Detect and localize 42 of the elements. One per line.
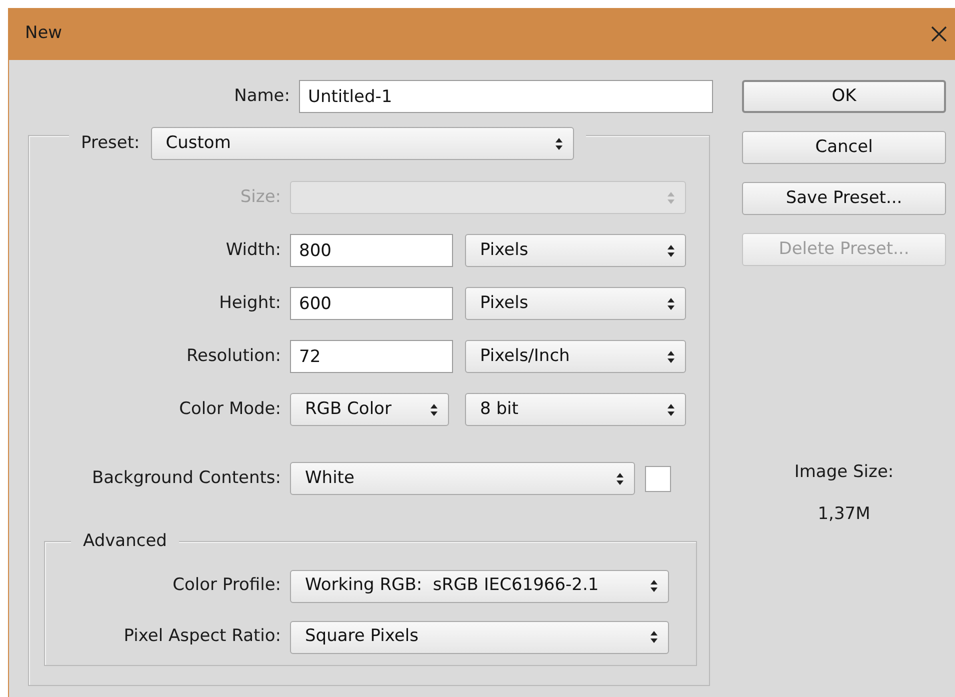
field-label: Color Profile:	[172, 574, 282, 598]
updown-arrows-icon	[667, 402, 675, 416]
field-label: Name:	[233, 84, 291, 108]
dialog-button[interactable]: Cancel	[742, 131, 946, 164]
color-swatch[interactable]	[645, 466, 671, 492]
dialog-button[interactable]: Save Preset...	[742, 182, 946, 215]
field-label: Height:	[218, 292, 282, 315]
number-field[interactable]: 72	[290, 340, 453, 373]
dropdown[interactable]: White	[290, 462, 635, 495]
updown-arrows-icon	[667, 350, 675, 364]
updown-arrows-icon	[554, 136, 563, 150]
dropdown[interactable]: 8 bit	[465, 393, 686, 426]
field-label: Preset:	[80, 132, 141, 155]
updown-arrows-icon	[667, 190, 675, 204]
dropdown[interactable]: Pixels	[465, 287, 686, 320]
dropdown[interactable]: Pixels	[465, 234, 686, 267]
number-field[interactable]: 800	[290, 234, 453, 267]
dropdown[interactable]: Custom	[150, 127, 574, 160]
dropdown[interactable]: Pixels/Inch	[465, 340, 686, 373]
field-label: Resolution:	[185, 344, 282, 368]
dropdown[interactable]	[290, 181, 686, 214]
window-title: New	[25, 22, 62, 46]
image-size-value: 1,37M	[816, 502, 872, 526]
close-icon[interactable]	[929, 24, 949, 44]
updown-arrows-icon	[616, 472, 624, 486]
dropdown[interactable]: RGB Color	[290, 393, 449, 426]
dropdown[interactable]: Square Pixels	[290, 620, 669, 654]
field-label: Background Contents:	[90, 466, 282, 490]
number-field[interactable]: 600	[290, 287, 453, 320]
name-field[interactable]: Untitled-1	[299, 80, 713, 113]
image-size-label: Image Size:	[793, 461, 895, 484]
updown-arrows-icon	[667, 296, 675, 310]
field-label: Size:	[239, 186, 282, 209]
dropdown[interactable]: Working RGB: sRGB IEC61966-2.1	[290, 570, 669, 602]
field-label: Color Mode:	[178, 398, 282, 421]
field-label: Pixel Aspect Ratio:	[122, 625, 282, 648]
field-label: Width:	[224, 238, 282, 262]
updown-arrows-icon	[650, 630, 658, 644]
updown-arrows-icon	[650, 579, 658, 593]
updown-arrows-icon	[667, 244, 675, 258]
updown-arrows-icon	[430, 402, 438, 416]
dialog-button[interactable]: OK	[742, 80, 946, 113]
